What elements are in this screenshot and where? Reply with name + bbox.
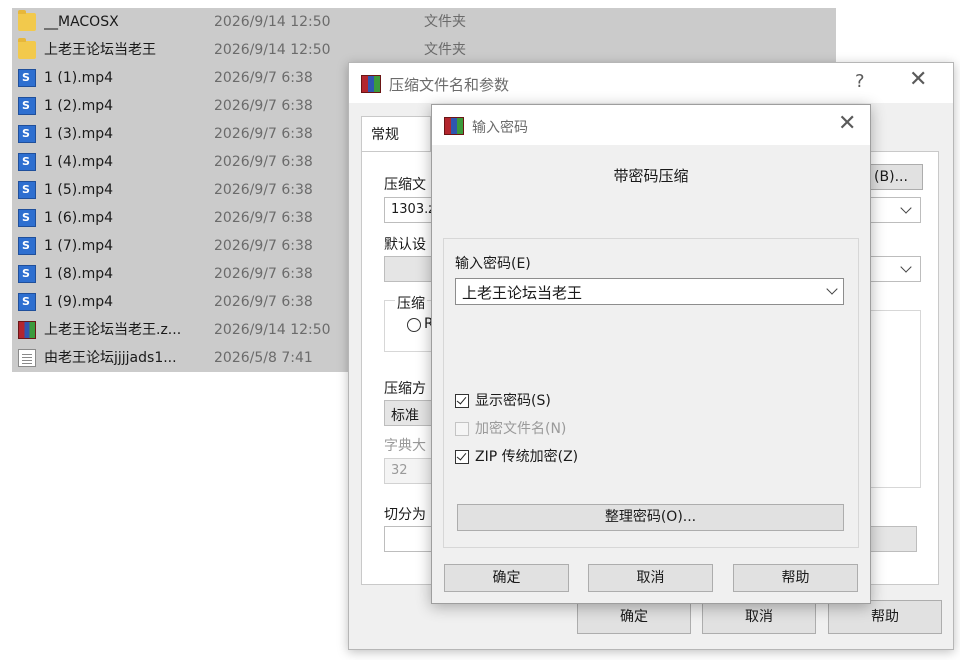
video-icon [18, 204, 36, 232]
file-date: 2026/9/7 6:38 [214, 238, 313, 254]
tab-general[interactable]: 常规 [361, 116, 431, 152]
zip-legacy-encryption-checkbox[interactable] [455, 450, 469, 464]
password-dialog-heading: 带密码压缩 [613, 167, 689, 185]
file-row[interactable]: 1 (4).mp4 2026/9/7 6:38 [12, 148, 348, 176]
file-date: 2026/5/8 7:41 [214, 350, 313, 366]
method-label: 压缩方 [384, 381, 426, 397]
chevron-down-icon [826, 283, 838, 295]
file-name: __MACOSX [44, 14, 119, 30]
winrar-icon [444, 117, 464, 135]
file-row[interactable]: __MACOSX 2026/9/14 12:50 文件夹 [12, 8, 836, 36]
archive-name-value: 1303.z [391, 202, 436, 217]
cancel-button[interactable]: 取消 [588, 564, 713, 592]
file-name: 1 (6).mp4 [44, 210, 114, 226]
file-date: 2026/9/14 12:50 [214, 42, 331, 58]
file-date: 2026/9/7 6:38 [214, 70, 313, 86]
method-value: 标准 [391, 408, 419, 424]
help-button[interactable]: 帮助 [828, 600, 942, 634]
file-name: 1 (4).mp4 [44, 154, 114, 170]
encrypt-filenames-label: 加密文件名(N) [475, 421, 567, 437]
file-row[interactable]: 1 (5).mp4 2026/9/7 6:38 [12, 176, 348, 204]
password-label: 输入密码(E) [455, 256, 531, 272]
file-date: 2026/9/7 6:38 [214, 210, 313, 226]
video-icon [18, 64, 36, 92]
close-icon[interactable]: ✕ [909, 67, 927, 92]
split-label: 切分为 [384, 507, 426, 523]
show-password-checkbox[interactable] [455, 394, 469, 408]
password-dialog-titlebar[interactable]: 输入密码 ✕ [432, 105, 870, 145]
password-value: 上老王论坛当老王 [462, 284, 583, 302]
file-name: 1 (5).mp4 [44, 182, 114, 198]
text-file-icon [18, 349, 36, 367]
password-group: 输入密码(E) 上老王论坛当老王 显示密码(S) 加密文件名(N) ZIP 传统… [443, 238, 859, 548]
ok-button[interactable]: 确定 [444, 564, 569, 592]
video-icon [18, 148, 36, 176]
video-icon [18, 176, 36, 204]
video-icon [18, 92, 36, 120]
file-row[interactable]: 1 (6).mp4 2026/9/7 6:38 [12, 204, 348, 232]
file-date: 2026/9/7 6:38 [214, 126, 313, 142]
password-dialog: 输入密码 ✕ 带密码压缩 输入密码(E) 上老王论坛当老王 显示密码(S) 加密… [431, 104, 871, 604]
winrar-icon [361, 75, 381, 93]
format-radio[interactable] [407, 318, 421, 332]
file-name: 1 (3).mp4 [44, 126, 114, 142]
close-icon[interactable]: ✕ [838, 111, 856, 136]
file-date: 2026/9/7 6:38 [214, 154, 313, 170]
file-type: 文件夹 [424, 42, 466, 58]
password-input[interactable]: 上老王论坛当老王 [455, 278, 844, 305]
show-password-label: 显示密码(S) [475, 393, 551, 409]
chevron-down-icon [900, 261, 912, 273]
file-row[interactable]: 1 (3).mp4 2026/9/7 6:38 [12, 120, 348, 148]
file-name: 1 (2).mp4 [44, 98, 114, 114]
file-name: 上老王论坛当老王 [44, 42, 156, 58]
file-type: 文件夹 [424, 14, 466, 30]
help-icon[interactable]: ? [855, 71, 865, 92]
password-dialog-title: 输入密码 [472, 120, 528, 136]
file-name: 上老王论坛当老王.z... [44, 322, 182, 338]
file-name: 1 (7).mp4 [44, 238, 114, 254]
dialog-titlebar[interactable]: 压缩文件名和参数 ? ✕ [349, 63, 953, 103]
video-icon [18, 120, 36, 148]
file-row[interactable]: 由老王论坛jjjjads1... 2026/5/8 7:41 [12, 344, 348, 372]
file-date: 2026/9/7 6:38 [214, 294, 313, 310]
dictionary-value: 32 [391, 463, 408, 478]
format-group-label: 压缩 [395, 293, 427, 313]
file-name: 1 (8).mp4 [44, 266, 114, 282]
file-name: 1 (9).mp4 [44, 294, 114, 310]
file-date: 2026/9/14 12:50 [214, 322, 331, 338]
ok-button[interactable]: 确定 [577, 600, 691, 634]
encrypt-filenames-checkbox[interactable] [455, 422, 469, 436]
organize-passwords-button[interactable]: 整理密码(O)... [457, 504, 844, 531]
archive-name-label: 压缩文 [384, 177, 426, 193]
video-icon [18, 288, 36, 316]
file-name: 由老王论坛jjjjads1... [44, 350, 177, 366]
default-profile-label: 默认设 [384, 237, 426, 253]
file-date: 2026/9/7 6:38 [214, 182, 313, 198]
file-name: 1 (1).mp4 [44, 70, 114, 86]
folder-icon [18, 38, 36, 59]
folder-icon [18, 10, 36, 31]
file-row[interactable]: 上老王论坛当老王.z... 2026/9/14 12:50 [12, 316, 348, 344]
dictionary-label: 字典大 [384, 438, 426, 454]
cancel-button[interactable]: 取消 [702, 600, 816, 634]
file-row[interactable]: 1 (9).mp4 2026/9/7 6:38 [12, 288, 348, 316]
file-row[interactable]: 1 (1).mp4 2026/9/7 6:38 [12, 64, 348, 92]
video-icon [18, 260, 36, 288]
file-date: 2026/9/7 6:38 [214, 98, 313, 114]
chevron-down-icon [900, 202, 912, 214]
file-date: 2026/9/14 12:50 [214, 14, 331, 30]
file-row[interactable]: 上老王论坛当老王 2026/9/14 12:50 文件夹 [12, 36, 836, 64]
dialog-title: 压缩文件名和参数 [389, 76, 510, 94]
zip-legacy-encryption-label: ZIP 传统加密(Z) [475, 449, 579, 465]
help-button[interactable]: 帮助 [733, 564, 858, 592]
file-date: 2026/9/7 6:38 [214, 266, 313, 282]
winrar-archive-icon [18, 321, 36, 339]
video-icon [18, 232, 36, 260]
file-row[interactable]: 1 (8).mp4 2026/9/7 6:38 [12, 260, 348, 288]
file-row[interactable]: 1 (2).mp4 2026/9/7 6:38 [12, 92, 348, 120]
file-row[interactable]: 1 (7).mp4 2026/9/7 6:38 [12, 232, 348, 260]
